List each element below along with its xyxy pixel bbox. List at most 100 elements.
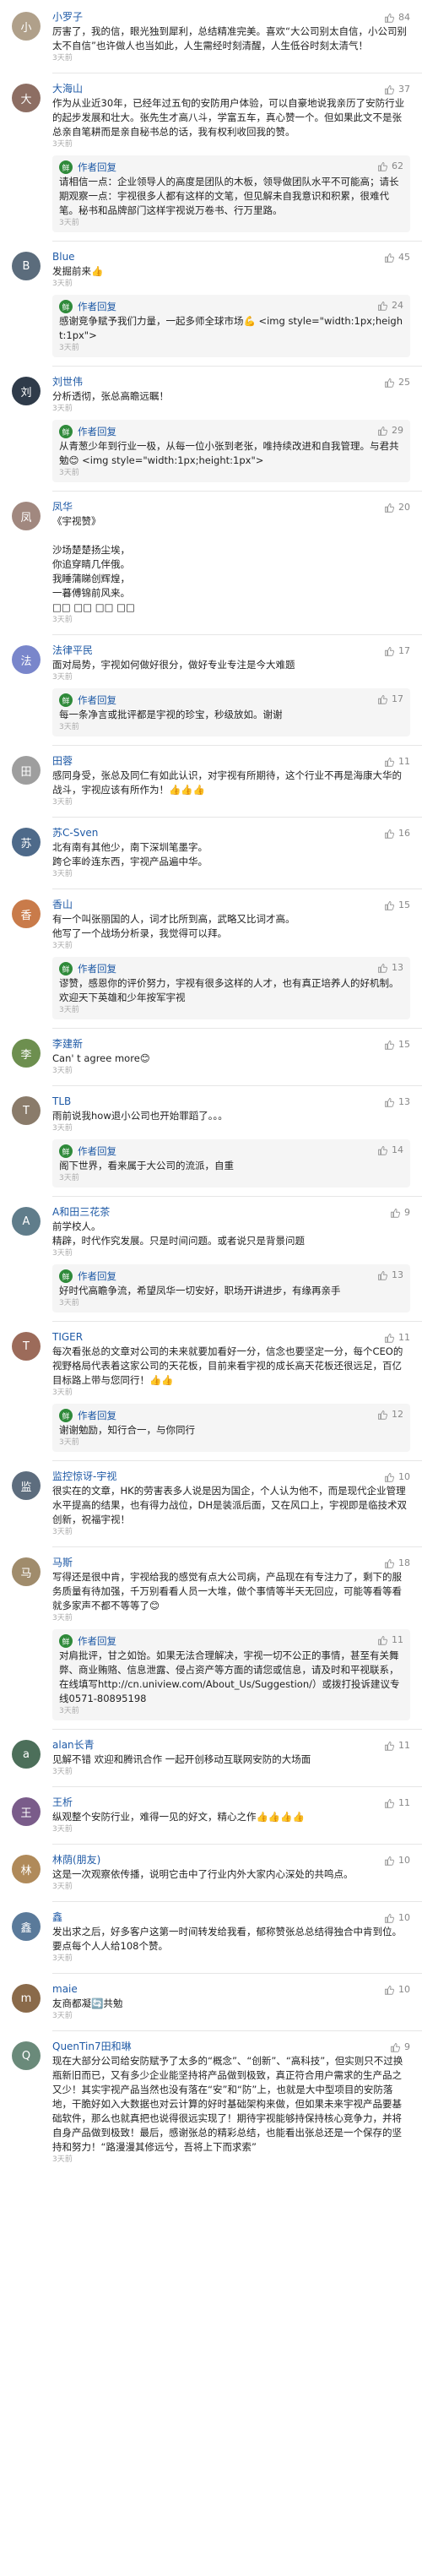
like-button[interactable]: 13 (384, 1096, 410, 1108)
comment-author[interactable]: 马斯 (52, 1556, 331, 1569)
like-count: 10 (398, 1855, 410, 1866)
avatar[interactable]: 林 (12, 1855, 41, 1883)
comment-text: 感同身受，张总及同仁有如此认识，对宇视有所期待，这个行业不再是海康大华的战斗，宇… (52, 769, 402, 796)
avatar-initial: 大 (20, 93, 32, 106)
avatar[interactable]: 王 (12, 1797, 41, 1826)
thumbs-up-icon (385, 1334, 394, 1343)
like-button[interactable]: 15 (384, 1039, 410, 1051)
like-button[interactable]: 9 (390, 2041, 410, 2053)
reply-like-button[interactable]: 14 (377, 1144, 403, 1155)
avatar[interactable]: 田 (12, 756, 41, 785)
avatar[interactable]: 刘 (12, 377, 41, 405)
comment-author[interactable]: 苏C-Sven (52, 826, 331, 840)
like-button[interactable]: 10 (384, 1984, 410, 1996)
reply-author[interactable]: 作者回复 (78, 1144, 116, 1158)
avatar[interactable]: 李 (12, 1039, 41, 1068)
avatar[interactable]: 法 (12, 645, 41, 674)
reply-like-button[interactable]: 29 (377, 425, 403, 436)
like-button[interactable]: 37 (384, 84, 410, 95)
thumbs-up-icon (385, 901, 394, 910)
reply-author[interactable]: 作者回复 (78, 1409, 116, 1422)
divider (52, 1786, 422, 1787)
reply-like-button[interactable]: 11 (377, 1634, 403, 1645)
comment-author[interactable]: alan长青 (52, 1738, 331, 1752)
reply-like-button[interactable]: 13 (377, 1269, 403, 1280)
avatar[interactable]: 鑫 (12, 1912, 41, 1941)
comment-author[interactable]: Blue (52, 250, 331, 264)
comment-author[interactable]: A和田三花茶 (52, 1205, 331, 1219)
reply-author[interactable]: 作者回复 (78, 1269, 116, 1283)
avatar[interactable]: B (12, 252, 41, 280)
avatar[interactable]: 监 (12, 1471, 41, 1500)
like-button[interactable]: 15 (384, 899, 410, 911)
reply-like-button[interactable]: 12 (377, 1409, 403, 1420)
comment-author[interactable]: 刘世伟 (52, 375, 331, 389)
comment-author[interactable]: 小罗子 (52, 10, 331, 24)
reply-author[interactable]: 作者回复 (78, 1634, 116, 1648)
like-count: 17 (398, 645, 410, 656)
reply-author[interactable]: 作者回复 (78, 425, 116, 438)
avatar[interactable]: 香 (12, 899, 41, 928)
like-button[interactable]: 11 (384, 1740, 410, 1752)
comment-author[interactable]: 鑫 (52, 1910, 331, 1924)
avatar[interactable]: A (12, 1207, 41, 1236)
author-reply: 鲜作者回复 11 对肩批评，甘之如饴。如果无法合理解决，宇视一切不公正的事情，甚至有… (52, 1629, 410, 1720)
like-button[interactable]: 10 (384, 1471, 410, 1483)
comment-author[interactable]: 李建新 (52, 1037, 331, 1051)
thumbs-up-icon (385, 503, 394, 513)
reply-author[interactable]: 作者回复 (78, 160, 116, 174)
avatar[interactable]: 凤 (12, 502, 41, 530)
avatar[interactable]: m (12, 1984, 41, 2013)
like-button[interactable]: 11 (384, 756, 410, 768)
like-button[interactable]: 84 (384, 12, 410, 24)
comment-time: 3天前 (52, 1883, 73, 1891)
like-button[interactable]: 20 (384, 502, 410, 514)
reply-text: 从青葱少年到行业一极，从每一位小张到老张，唯持续改进和自我管理。与君共勉😊 <i… (59, 440, 399, 466)
comment-time: 3天前 (52, 942, 73, 950)
like-button[interactable]: 17 (384, 645, 410, 657)
reply-like-button[interactable]: 24 (377, 300, 403, 311)
like-count: 11 (398, 1740, 410, 1751)
like-button[interactable]: 11 (384, 1332, 410, 1344)
divider (52, 1729, 422, 1730)
reply-like-button[interactable]: 13 (377, 962, 403, 973)
comment-author[interactable]: TIGER (52, 1330, 331, 1344)
comment-author[interactable]: 大海山 (52, 82, 331, 95)
avatar[interactable]: 苏 (12, 828, 41, 856)
avatar[interactable]: 大 (12, 84, 41, 112)
thumbs-up-icon (385, 647, 394, 656)
comment-author[interactable]: 王析 (52, 1796, 331, 1809)
reply-author[interactable]: 作者回复 (78, 693, 116, 707)
avatar[interactable]: T (12, 1096, 41, 1125)
like-button[interactable]: 18 (384, 1557, 410, 1569)
comment-author[interactable]: 监控惊讶-宇视 (52, 1470, 331, 1483)
reply-author[interactable]: 作者回复 (78, 962, 116, 976)
like-button[interactable]: 10 (384, 1855, 410, 1867)
comment-time: 3天前 (52, 2155, 73, 2164)
reply-like-button[interactable]: 62 (377, 160, 403, 171)
comment-author[interactable]: 林荫(朋友) (52, 1853, 331, 1867)
avatar[interactable]: T (12, 1332, 41, 1361)
like-button[interactable]: 45 (384, 252, 410, 264)
comment-time: 3天前 (52, 673, 73, 682)
like-button[interactable]: 16 (384, 828, 410, 840)
reply-like-button[interactable]: 17 (377, 693, 403, 704)
avatar[interactable]: 小 (12, 12, 41, 41)
avatar-initial: 监 (20, 1481, 32, 1494)
comment-author[interactable]: 凤华 (52, 500, 331, 514)
comment-author[interactable]: 法律平民 (52, 644, 331, 657)
comment-author[interactable]: TLB (52, 1095, 331, 1108)
reply-author[interactable]: 作者回复 (78, 300, 116, 313)
comment-author[interactable]: maie (52, 1982, 331, 1996)
like-button[interactable]: 11 (384, 1797, 410, 1809)
avatar[interactable]: 马 (12, 1557, 41, 1586)
like-button[interactable]: 25 (384, 377, 410, 389)
comment-author[interactable]: QuenTin7田和琳 (52, 2040, 331, 2053)
avatar[interactable]: a (12, 1740, 41, 1769)
like-button[interactable]: 10 (384, 1912, 410, 1924)
like-button[interactable]: 9 (390, 1207, 410, 1219)
avatar[interactable]: Q (12, 2041, 41, 2070)
comment-item: 马 马斯 18 写得还是很中肯，宇视给我的感觉有点大公司病，产品现在有专注力了，剩下的… (0, 1556, 422, 1720)
comment-author[interactable]: 香山 (52, 898, 331, 911)
comment-author[interactable]: 田蓉 (52, 754, 331, 768)
